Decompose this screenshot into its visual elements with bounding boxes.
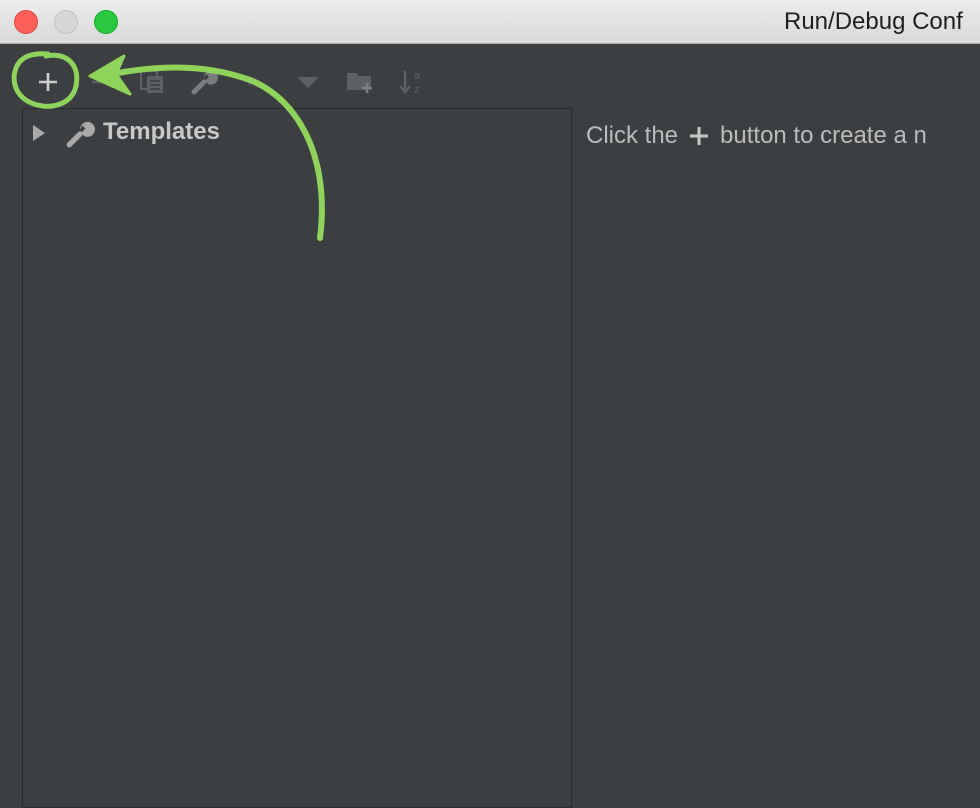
tree-item-templates[interactable]: Templates	[23, 117, 571, 149]
sort-button[interactable]: a z	[392, 62, 432, 102]
configurations-tree: Templates	[22, 108, 572, 808]
arrow-up-icon	[248, 82, 264, 86]
minus-icon	[92, 80, 108, 84]
triangle-down-icon	[297, 77, 319, 88]
move-up-button[interactable]	[236, 62, 276, 102]
hint-text-after: button to create a n	[720, 122, 927, 149]
add-button[interactable]	[28, 62, 68, 102]
wrench-icon	[65, 119, 95, 154]
chevron-right-icon[interactable]	[31, 123, 47, 148]
maximize-window-button[interactable]	[94, 10, 118, 34]
move-down-button[interactable]	[288, 62, 328, 102]
wrench-icon	[191, 70, 218, 95]
edit-defaults-button[interactable]	[184, 62, 224, 102]
copy-icon	[140, 70, 163, 93]
remove-button[interactable]	[80, 62, 120, 102]
window-title: Run/Debug Conf	[784, 8, 963, 35]
close-window-button[interactable]	[14, 10, 38, 34]
new-folder-button[interactable]	[340, 62, 380, 102]
sort-alpha-icon: a z	[399, 70, 421, 96]
empty-hint: Click the button to create a n	[586, 122, 927, 150]
svg-text:a: a	[414, 70, 421, 82]
toolbar: a z	[0, 44, 980, 108]
plus-icon	[39, 73, 57, 91]
hint-text-before: Click the	[586, 122, 679, 149]
title-bar: Run/Debug Conf	[0, 0, 980, 44]
tree-item-label: Templates	[103, 118, 220, 145]
copy-button[interactable]	[132, 62, 172, 102]
plus-icon	[688, 125, 710, 147]
minimize-window-button[interactable]	[54, 10, 78, 34]
svg-text:z: z	[414, 84, 420, 96]
folder-add-icon	[347, 73, 372, 93]
